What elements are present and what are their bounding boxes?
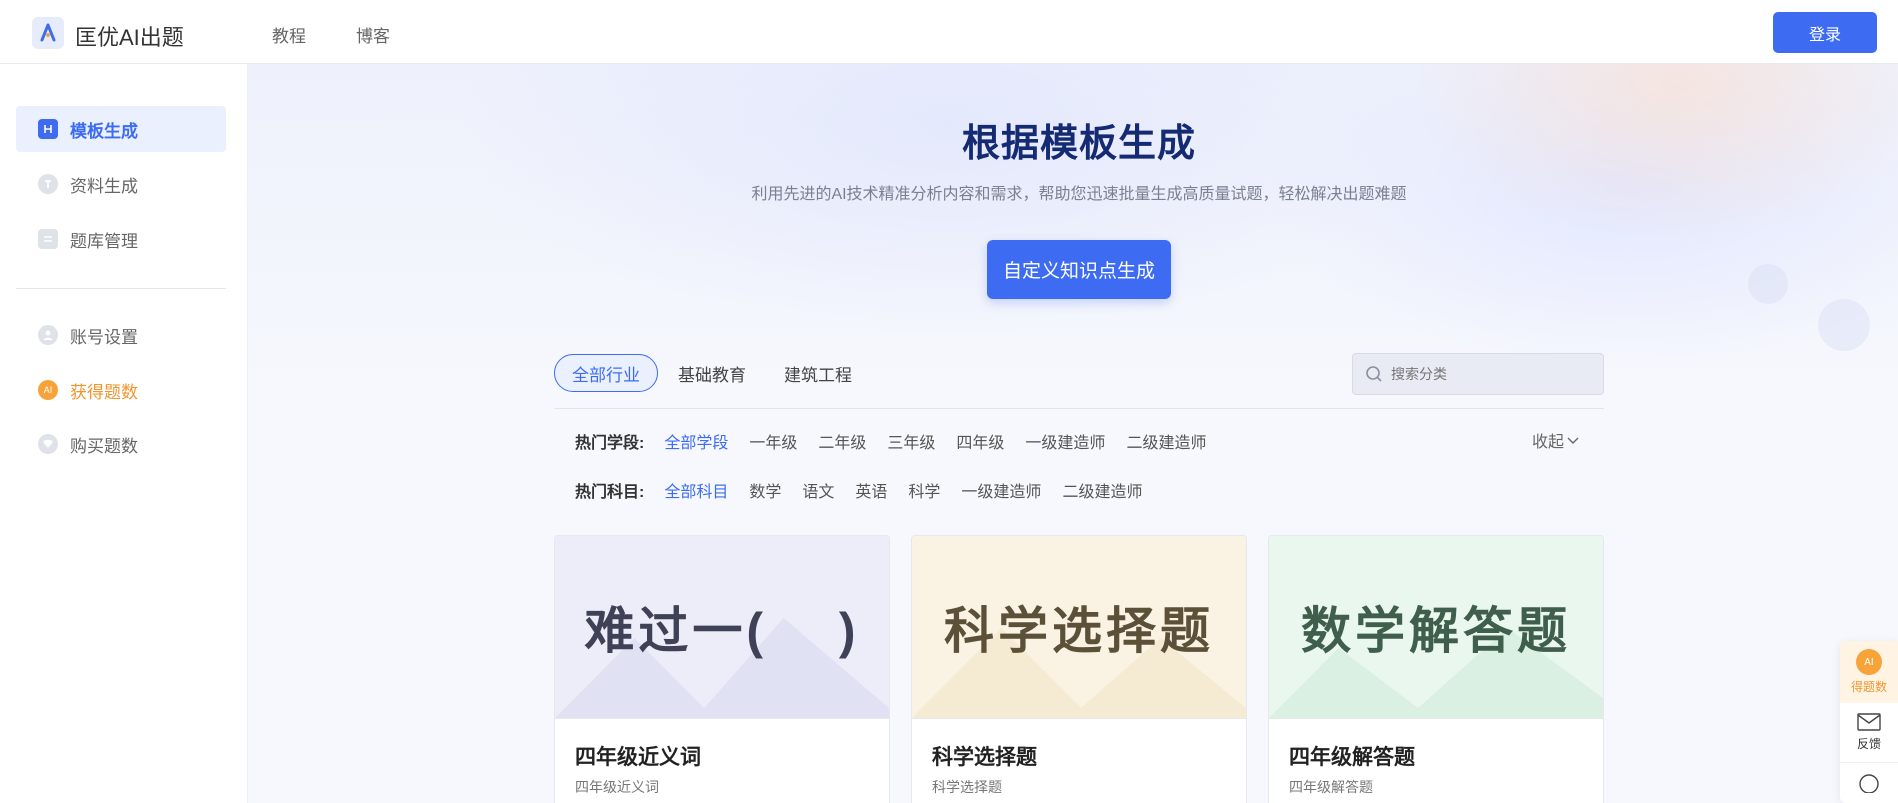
sidebar-item-question-bank[interactable]: 题库管理 bbox=[16, 216, 226, 262]
float-feedback-button[interactable]: 反馈 bbox=[1840, 703, 1898, 763]
sidebar: 模板生成 资料生成 题库管理 账号设置 AI 获得题数 购买题数 bbox=[0, 64, 248, 803]
diamond-icon bbox=[38, 434, 58, 454]
card-image-text: 难过一( ) bbox=[584, 603, 860, 659]
stage-option[interactable]: 四年级 bbox=[956, 429, 1004, 453]
sidebar-item-label: 获得题数 bbox=[70, 382, 138, 402]
card-image: 数学解答题 bbox=[1269, 536, 1603, 719]
ai-coin-icon: AI bbox=[1856, 649, 1882, 675]
top-header: 匡优AI出题 教程 博客 登录 bbox=[0, 0, 1898, 64]
app-logo[interactable] bbox=[32, 17, 64, 49]
card-image: 科学选择题 bbox=[912, 536, 1246, 719]
sidebar-item-earn-questions[interactable]: AI 获得题数 bbox=[16, 367, 226, 413]
sidebar-item-label: 资料生成 bbox=[70, 176, 138, 196]
page-title: 根据模板生成 bbox=[961, 123, 1196, 165]
logo-icon bbox=[40, 23, 56, 42]
stage-filter-row: 热门学段: 全部学段 一年级 二年级 三年级 四年级 一级建造师 二级建造师 bbox=[575, 429, 1227, 453]
category-search[interactable] bbox=[1352, 353, 1604, 395]
sidebar-item-label: 购买题数 bbox=[70, 436, 138, 456]
collapse-label: 收起 bbox=[1532, 434, 1565, 451]
tab-all-industries[interactable]: 全部行业 bbox=[554, 354, 658, 392]
card-title: 四年级近义词 bbox=[575, 746, 701, 769]
card-subtitle: 科学选择题 bbox=[932, 779, 1002, 795]
float-earn-questions-label: 得题数 bbox=[1850, 680, 1887, 694]
sidebar-item-material-generate[interactable]: 资料生成 bbox=[16, 161, 226, 207]
stage-option[interactable]: 二级建造师 bbox=[1126, 429, 1206, 453]
floating-side-widget: AI 得题数 反馈 bbox=[1840, 641, 1898, 803]
ai-coin-icon: AI bbox=[38, 380, 58, 400]
card-subtitle: 四年级解答题 bbox=[1289, 779, 1373, 795]
document-icon bbox=[38, 174, 58, 194]
float-more-button[interactable] bbox=[1840, 763, 1898, 801]
user-icon bbox=[38, 325, 58, 345]
search-input[interactable] bbox=[1391, 366, 1591, 382]
login-button[interactable]: 登录 bbox=[1773, 12, 1877, 53]
tab-basic-education[interactable]: 基础教育 bbox=[672, 354, 752, 392]
stage-filter-label: 热门学段: bbox=[575, 435, 645, 452]
stage-option[interactable]: 三年级 bbox=[887, 429, 935, 453]
card-title: 四年级解答题 bbox=[1289, 746, 1415, 769]
sidebar-divider bbox=[16, 288, 226, 289]
sidebar-item-template-generate[interactable]: 模板生成 bbox=[16, 106, 226, 152]
sidebar-item-label: 题库管理 bbox=[70, 231, 138, 251]
main-content: 根据模板生成 利用先进的AI技术精准分析内容和需求，帮助您迅速批量生成高质量试题… bbox=[248, 64, 1898, 803]
template-icon bbox=[38, 119, 58, 139]
card-subtitle: 四年级近义词 bbox=[575, 779, 659, 795]
search-icon bbox=[1366, 366, 1382, 382]
stage-option[interactable]: 二年级 bbox=[818, 429, 866, 453]
nav-blog-link[interactable]: 博客 bbox=[356, 22, 390, 47]
subject-option[interactable]: 二级建造师 bbox=[1062, 478, 1142, 502]
sidebar-item-label: 账号设置 bbox=[70, 327, 138, 347]
sidebar-item-account-settings[interactable]: 账号设置 bbox=[16, 312, 226, 358]
decorative-circle bbox=[1748, 264, 1788, 304]
subject-option-all[interactable]: 全部科目 bbox=[664, 478, 728, 502]
subject-option[interactable]: 科学 bbox=[908, 478, 940, 502]
question-bank-icon bbox=[38, 229, 58, 249]
float-earn-questions-button[interactable]: AI 得题数 bbox=[1840, 641, 1898, 703]
filter-divider bbox=[554, 408, 1604, 409]
template-card[interactable]: 难过一( ) 四年级近义词 四年级近义词 bbox=[554, 535, 890, 803]
chat-icon bbox=[1859, 774, 1879, 793]
card-image-text: 科学选择题 bbox=[944, 603, 1214, 659]
stage-option[interactable]: 一年级 bbox=[749, 429, 797, 453]
custom-knowledge-generate-button[interactable]: 自定义知识点生成 bbox=[987, 240, 1171, 299]
decorative-circle bbox=[1818, 299, 1870, 351]
sidebar-item-label: 模板生成 bbox=[70, 121, 138, 141]
template-card[interactable]: 数学解答题 四年级解答题 四年级解答题 bbox=[1268, 535, 1604, 803]
sidebar-item-buy-questions[interactable]: 购买题数 bbox=[16, 421, 226, 467]
subject-option[interactable]: 英语 bbox=[855, 478, 887, 502]
subject-option[interactable]: 语文 bbox=[802, 478, 834, 502]
nav-tutorial-link[interactable]: 教程 bbox=[272, 22, 306, 47]
card-image-text: 数学解答题 bbox=[1301, 603, 1571, 659]
template-card[interactable]: 科学选择题 科学选择题 科学选择题 bbox=[911, 535, 1247, 803]
chevron-down-icon bbox=[1567, 437, 1579, 444]
stage-option[interactable]: 一级建造师 bbox=[1025, 429, 1105, 453]
card-image: 难过一( ) bbox=[555, 536, 889, 719]
card-title: 科学选择题 bbox=[932, 746, 1037, 769]
subject-option[interactable]: 数学 bbox=[749, 478, 781, 502]
stage-option-all[interactable]: 全部学段 bbox=[664, 429, 728, 453]
subject-option[interactable]: 一级建造师 bbox=[961, 478, 1041, 502]
tab-construction[interactable]: 建筑工程 bbox=[778, 354, 858, 392]
subject-filter-label: 热门科目: bbox=[575, 484, 645, 501]
collapse-filters-toggle[interactable]: 收起 bbox=[1532, 428, 1580, 452]
app-brand-name[interactable]: 匡优AI出题 bbox=[75, 20, 184, 52]
page-subtitle: 利用先进的AI技术精准分析内容和需求，帮助您迅速批量生成高质量试题，轻松解决出题… bbox=[751, 186, 1407, 203]
float-feedback-label: 反馈 bbox=[1856, 737, 1881, 751]
mail-icon bbox=[1857, 713, 1881, 731]
subject-filter-row: 热门科目: 全部科目 数学 语文 英语 科学 一级建造师 二级建造师 bbox=[575, 478, 1163, 502]
